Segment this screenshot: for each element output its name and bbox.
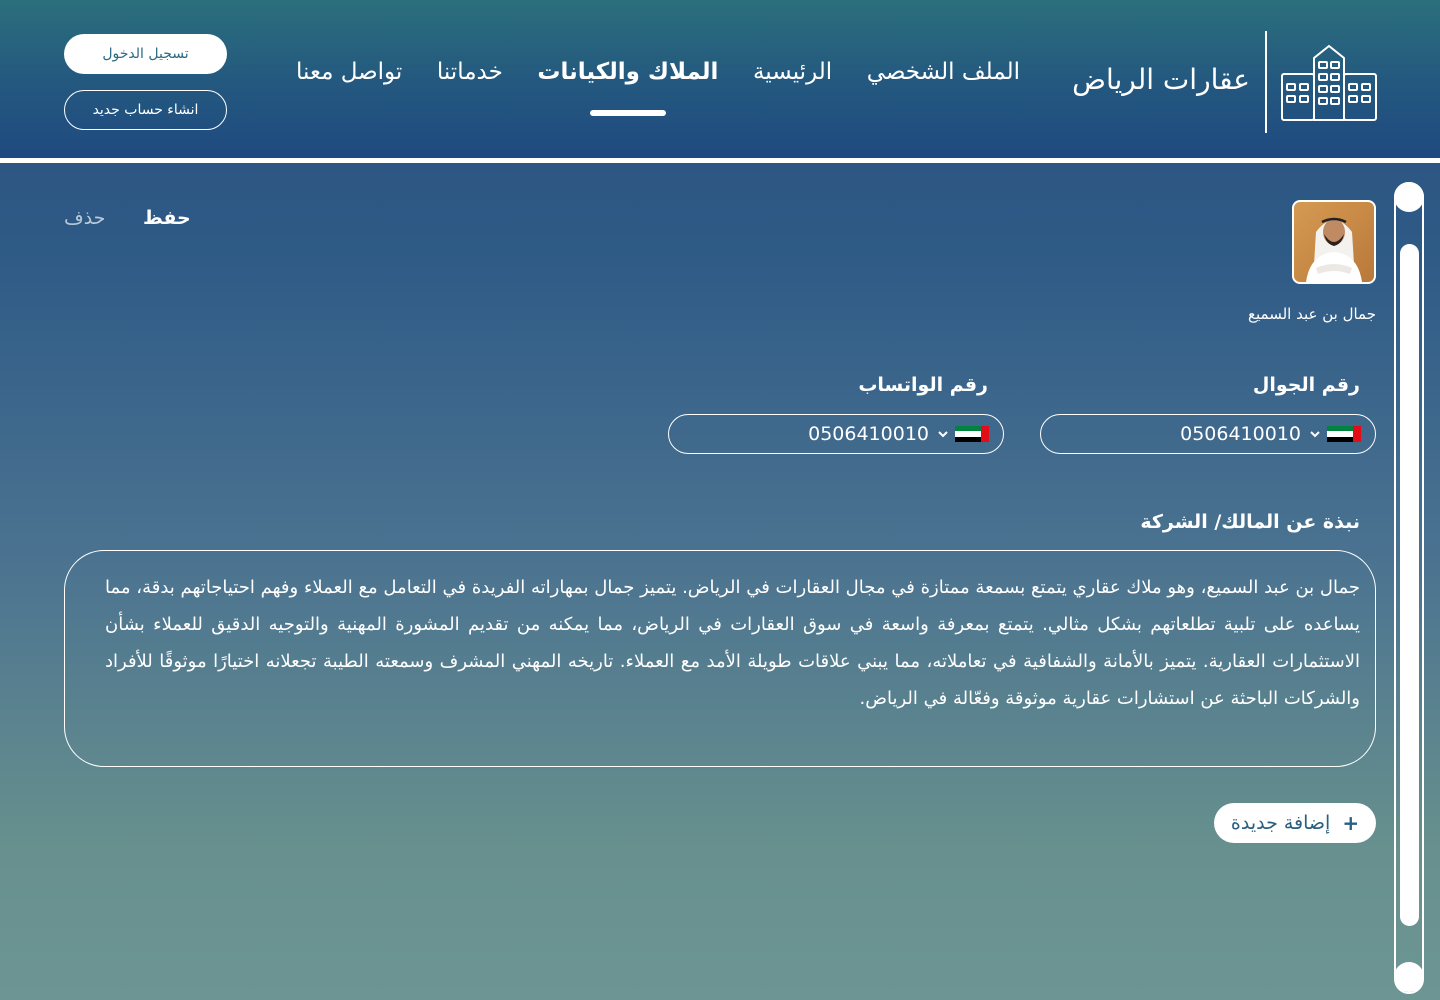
person-icon — [1306, 217, 1362, 282]
scroll-down-handle[interactable] — [1394, 962, 1424, 992]
scrollbar-thumb[interactable] — [1400, 244, 1419, 926]
scroll-up-handle[interactable] — [1394, 182, 1424, 212]
brand-name[interactable]: عقارات الرياض — [1072, 60, 1250, 100]
nav-item-home[interactable]: الرئيسية — [753, 52, 832, 92]
uae-flag-icon[interactable] — [1327, 426, 1361, 442]
chevron-down-icon[interactable] — [1309, 428, 1321, 440]
whatsapp-field[interactable]: 0506410010 — [668, 414, 1004, 454]
header-divider-line — [0, 158, 1440, 163]
owner-avatar[interactable] — [1292, 200, 1376, 284]
add-new-button[interactable]: + إضافة جديدة — [1214, 803, 1376, 843]
mobile-input[interactable]: 0506410010 — [1180, 423, 1301, 445]
whatsapp-input[interactable]: 0506410010 — [808, 423, 929, 445]
save-button[interactable]: حفظ — [143, 207, 191, 229]
add-new-label: إضافة جديدة — [1230, 812, 1331, 834]
buildings-icon[interactable] — [1280, 44, 1378, 122]
whatsapp-label: رقم الواتساب — [858, 374, 988, 396]
owner-name: جمال بن عبد السميع — [1248, 305, 1376, 323]
mobile-label: رقم الجوال — [1252, 374, 1360, 396]
logo-divider — [1265, 31, 1267, 133]
main-nav: الملف الشخصي الرئيسية الملاك والكيانات خ… — [296, 52, 1020, 122]
mobile-field[interactable]: 0506410010 — [1040, 414, 1376, 454]
about-label: نبذة عن المالك/ الشركة — [1140, 511, 1360, 533]
nav-item-contact[interactable]: تواصل معنا — [296, 52, 402, 92]
nav-item-owners-entities[interactable]: الملاك والكيانات — [537, 52, 718, 92]
about-textarea[interactable]: جمال بن عبد السميع، وهو ملاك عقاري يتمتع… — [64, 550, 1376, 767]
nav-item-services[interactable]: خدماتنا — [437, 52, 503, 92]
signup-button[interactable]: انشاء حساب جديد — [64, 90, 227, 130]
delete-button[interactable]: حذف — [64, 207, 105, 229]
chevron-down-icon[interactable] — [937, 428, 949, 440]
plus-icon: + — [1342, 811, 1360, 835]
login-button[interactable]: تسجيل الدخول — [64, 34, 227, 74]
nav-item-profile[interactable]: الملف الشخصي — [867, 52, 1020, 92]
uae-flag-icon[interactable] — [955, 426, 989, 442]
